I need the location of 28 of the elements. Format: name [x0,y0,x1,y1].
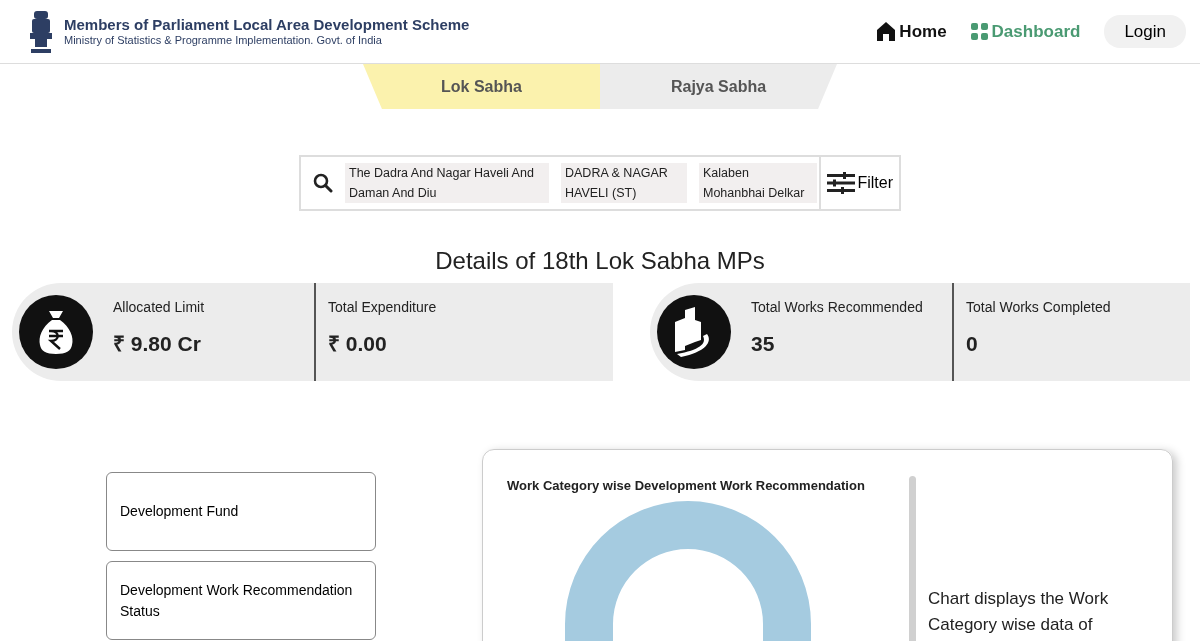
filter-chip[interactable]: DADRA & NAGAR HAVELI (ST) [561,163,687,203]
stat-value: 0 [966,331,979,357]
section-heading: Details of 18th Lok Sabha MPs [434,246,766,276]
menu-button[interactable]: Development Fund [106,472,376,551]
stat-value: 35 [751,331,776,357]
stat-label: Total Works Completed [966,298,1112,317]
search-icon [313,173,333,193]
tab[interactable]: Lok Sabha [363,64,600,109]
menu-button[interactable]: Development Work Recommendation Status [106,561,376,640]
login-button[interactable]: Login [1104,14,1186,49]
chart-title: Work Category wise Development Work Recommendation [507,477,866,495]
site-subtitle: Ministry of Statistics & Programme Implementation. Govt. of India [64,34,383,47]
filter-chip[interactable]: The Dadra And Nagar Haveli And Daman And Diu [345,163,549,203]
stat-value: ₹ 9.80 Cr [113,331,202,357]
nav-link[interactable]: Home [877,18,947,45]
filter-chip[interactable]: Kalaben Mohanbhai Delkar [699,163,817,203]
chart-description: Chart displays the Work Category wise data of [928,588,1110,636]
stat-label: Allocated Limit [113,298,206,317]
home-icon [877,22,896,41]
site-title: Members of Parliament Local Area Development Scheme [64,16,470,34]
stat-label: Total Expenditure [328,298,438,317]
grid-icon [970,23,988,40]
sliders-icon [827,172,856,194]
stat-value: ₹ 0.00 [328,331,388,357]
tab[interactable]: Rajya Sabha [600,64,837,109]
stat-label: Total Works Recommended [751,298,924,317]
scrollbar[interactable] [909,476,916,641]
money-bag-icon [38,309,74,355]
